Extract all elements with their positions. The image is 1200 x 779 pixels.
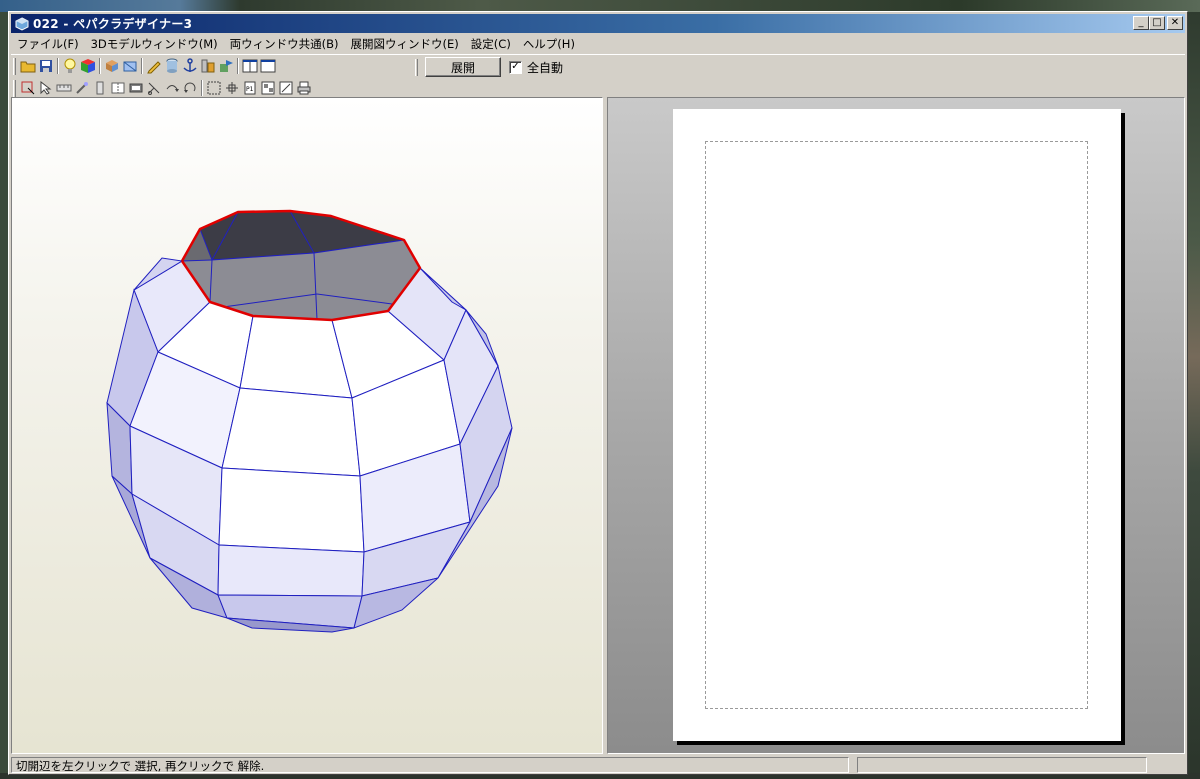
minimize-button[interactable]: _ <box>1133 16 1149 30</box>
menu-help[interactable]: ヘルプ(H) <box>517 36 581 52</box>
unfold-toolbar: 展開 ✓ 全自動 <box>413 56 563 78</box>
title-bar[interactable]: 022 - ペパクラデザイナー3 _ □ ✕ <box>11 14 1185 33</box>
move-part-icon[interactable] <box>223 79 241 97</box>
open-folder-icon[interactable] <box>19 57 37 75</box>
toolbar-row-tools: P1 <box>11 78 313 98</box>
toolbar-separator <box>99 58 101 74</box>
rotate-model-icon[interactable] <box>103 57 121 75</box>
toolbar-row-main <box>11 56 277 76</box>
anchor-icon[interactable] <box>181 57 199 75</box>
toolbar-grip[interactable] <box>13 57 16 75</box>
wall-icon[interactable] <box>199 57 217 75</box>
join-edge-icon[interactable] <box>163 79 181 97</box>
window-controls: _ □ ✕ <box>1133 16 1183 30</box>
window-title: 022 - ペパクラデザイナー3 <box>33 17 193 31</box>
maximize-button[interactable]: □ <box>1149 16 1165 30</box>
box-icon[interactable] <box>127 79 145 97</box>
lightbulb-icon[interactable] <box>61 57 79 75</box>
frame-select-icon[interactable] <box>205 79 223 97</box>
status-pane <box>857 757 1147 773</box>
app-icon[interactable] <box>14 16 30 32</box>
menu-settings[interactable]: 設定(C) <box>465 36 517 52</box>
close-button[interactable]: ✕ <box>1167 16 1183 30</box>
ruler-icon[interactable] <box>55 79 73 97</box>
pencil-icon[interactable] <box>145 57 163 75</box>
unfold-view[interactable] <box>607 97 1185 754</box>
pointer-icon[interactable] <box>37 79 55 97</box>
menu-both-windows[interactable]: 両ウィンドウ共通(B) <box>224 36 345 52</box>
magic-wand-icon[interactable] <box>73 79 91 97</box>
toolbar-grip[interactable] <box>13 79 16 97</box>
flap-icon[interactable] <box>91 79 109 97</box>
texture-cube-icon[interactable] <box>121 57 139 75</box>
layout-icon[interactable] <box>259 79 277 97</box>
status-bar: 切開辺を左クリックで 選択, 再クリックで 解除. <box>11 756 1185 774</box>
paper-sheet[interactable] <box>673 109 1121 741</box>
close-icon: ✕ <box>1170 17 1180 28</box>
printer-icon[interactable] <box>295 79 313 97</box>
rotate-part-icon[interactable] <box>181 79 199 97</box>
cylinder-icon[interactable] <box>163 57 181 75</box>
fold-icon[interactable] <box>109 79 127 97</box>
save-disk-icon[interactable] <box>37 57 55 75</box>
checkbox-box[interactable]: ✓ <box>509 60 522 74</box>
toolbar-area: 展開 ✓ 全自動 P1 <box>11 54 1185 98</box>
menu-3d-model-window[interactable]: 3Dモデルウィンドウ(M) <box>85 36 224 52</box>
toolbar-separator <box>141 58 143 74</box>
toolbar-separator <box>237 58 239 74</box>
toolbar-separator <box>57 58 59 74</box>
desktop-background-right <box>1188 12 1200 779</box>
split-view-icon[interactable] <box>241 57 259 75</box>
app-window: 022 - ペパクラデザイナー3 _ □ ✕ ファイル(F) 3Dモデルウィンド… <box>8 11 1188 775</box>
page-icon[interactable]: P1 <box>241 79 259 97</box>
auto-unfold-checkbox[interactable]: ✓ 全自動 <box>509 59 563 76</box>
toolbar-grip[interactable] <box>415 58 418 76</box>
single-view-icon[interactable] <box>259 57 277 75</box>
menu-unfold-window[interactable]: 展開図ウィンドウ(E) <box>345 36 465 52</box>
sphere-pot-model[interactable] <box>12 98 603 754</box>
minimize-icon: _ <box>1138 17 1144 28</box>
unfold-button[interactable]: 展開 <box>425 57 501 77</box>
colored-cube-icon[interactable] <box>79 57 97 75</box>
flag-icon[interactable] <box>217 57 235 75</box>
toolbar-separator <box>201 80 203 96</box>
edit-icon[interactable] <box>277 79 295 97</box>
maximize-icon: □ <box>1152 17 1162 28</box>
model-3d-view[interactable] <box>11 97 603 754</box>
menu-file[interactable]: ファイル(F) <box>11 36 85 52</box>
auto-unfold-label: 全自動 <box>527 60 564 75</box>
select-edge-icon[interactable] <box>19 79 37 97</box>
printable-area <box>705 141 1088 709</box>
menu-bar: ファイル(F) 3Dモデルウィンドウ(M) 両ウィンドウ共通(B) 展開図ウィン… <box>11 34 1185 53</box>
svg-text:P1: P1 <box>246 86 254 93</box>
cut-edge-icon[interactable] <box>145 79 163 97</box>
status-message: 切開辺を左クリックで 選択, 再クリックで 解除. <box>11 757 849 773</box>
